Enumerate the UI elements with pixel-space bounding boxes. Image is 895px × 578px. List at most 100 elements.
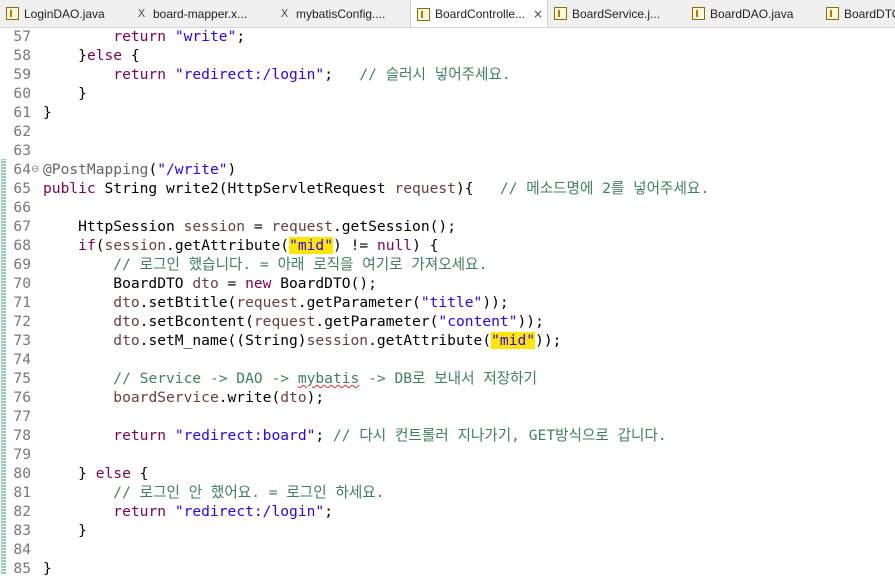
code-line[interactable]: 60 } (0, 84, 895, 103)
line-number: 61 (13, 104, 31, 121)
code-token: // 슬러시 넣어주세요. (359, 66, 511, 83)
line-number: 70 (13, 275, 31, 292)
code-line[interactable]: 82 return "redirect:/login"; (0, 502, 895, 521)
close-tab-icon[interactable]: × (533, 7, 543, 21)
code-token: // 로그인 했습니다. = 아래 로직을 여기로 가져오세요. (113, 256, 488, 273)
code-line[interactable]: 72 dto.setBcontent(request.getParameter(… (0, 312, 895, 331)
code-text: return "write"; (43, 27, 245, 46)
code-line[interactable]: 70 BoardDTO dto = new BoardDTO(); (0, 274, 895, 293)
code-line[interactable]: 80 } else { (0, 464, 895, 483)
fold-toggle-icon[interactable]: ⊖ (31, 160, 39, 179)
code-token: return (113, 28, 167, 45)
code-line[interactable]: 63 (0, 141, 895, 160)
code-line[interactable]: 57 return "write"; (0, 27, 895, 46)
code-line[interactable]: 81 // 로그인 안 했어요. = 로그인 하세요. (0, 483, 895, 502)
code-line[interactable]: 85} (0, 559, 895, 578)
code-token: ); (306, 389, 325, 406)
line-number: 69 (13, 256, 31, 273)
code-token: else (95, 465, 131, 482)
code-token: public (43, 180, 96, 197)
editor-tab[interactable]: BoardDAO.java (686, 0, 820, 27)
code-line[interactable]: 66 (0, 198, 895, 217)
code-token: { (122, 47, 140, 64)
code-editor[interactable]: 57 return "write"; 58 }else {59 return "r… (0, 27, 895, 577)
code-line[interactable]: 71 dto.setBtitle(request.getParameter("t… (0, 293, 895, 312)
line-number: 66 (13, 199, 31, 216)
line-number: 58 (13, 47, 31, 64)
code-token: ; (236, 28, 246, 45)
line-number: 73 (13, 332, 31, 349)
code-line[interactable]: 73 dto.setM_name((String)session.getAttr… (0, 331, 895, 350)
code-line[interactable]: 78 return "redirect:board"; // 다시 컨트롤러 지… (0, 426, 895, 445)
code-text: if(session.getAttribute("mid") != null) … (43, 236, 438, 255)
code-token: new (245, 275, 272, 292)
editor-tab[interactable]: BoardDTO (820, 0, 895, 27)
code-token: String write2(HttpServletRequest (95, 180, 395, 197)
code-line[interactable]: 83 } (0, 521, 895, 540)
code-text: dto.setM_name((String)session.getAttribu… (43, 331, 561, 350)
code-line[interactable]: 61} (0, 103, 895, 122)
editor-tab[interactable]: LoginDAO.java (0, 0, 129, 27)
code-token: return (113, 66, 167, 83)
code-line[interactable]: 77 (0, 407, 895, 426)
code-token: // Service -> DAO -> (113, 370, 298, 387)
code-text: } (43, 84, 87, 103)
java-file-icon (417, 7, 430, 21)
code-text: }else { (43, 46, 140, 65)
code-line[interactable]: 74 (0, 350, 895, 369)
line-number: 71 (13, 294, 31, 311)
xml-file-icon: X (137, 7, 146, 20)
code-token: "redirect:/login" (174, 503, 325, 520)
code-token: return (113, 503, 167, 520)
editor-tab-label: LoginDAO.java (24, 6, 105, 21)
code-token: return (113, 427, 167, 444)
code-line[interactable]: 64 ⊖ @PostMapping("/write") (0, 160, 895, 179)
code-line[interactable]: 67 HttpSession session = request.getSess… (0, 217, 895, 236)
code-token: null (376, 237, 413, 254)
code-text: return "redirect:board"; // 다시 컨트롤러 지나가기… (43, 426, 667, 445)
code-line[interactable]: 65 public String write2(HttpServletReques… (0, 179, 895, 198)
code-token: ) != (333, 237, 377, 254)
code-line[interactable]: 75 // Service -> DAO -> mybatis -> DB로 보… (0, 369, 895, 388)
code-line[interactable]: 79 (0, 445, 895, 464)
code-line[interactable]: 84 (0, 540, 895, 559)
editor-tab-label: BoardControlle... (435, 7, 526, 21)
code-line[interactable]: 69 // 로그인 했습니다. = 아래 로직을 여기로 가져오세요. (0, 255, 895, 274)
code-line[interactable]: 59 return "redirect:/login"; // 슬러시 넣어주세… (0, 65, 895, 84)
code-token: .getAttribute( (166, 237, 290, 254)
line-number: 65 (13, 180, 31, 197)
editor-tab[interactable]: Xboard-mapper.x... (129, 0, 272, 27)
code-line[interactable]: 76 boardService.write(dto); (0, 388, 895, 407)
code-line[interactable]: 68 if(session.getAttribute("mid") != nul… (0, 236, 895, 255)
code-text: public String write2(HttpServletRequest … (43, 179, 709, 198)
code-token: BoardDTO (43, 275, 193, 292)
editor-tab[interactable]: BoardControlle... × (410, 0, 548, 27)
code-token: "redirect:board" (174, 427, 316, 444)
editor-tab[interactable]: BoardService.j... (548, 0, 686, 27)
line-number: 68 (13, 237, 31, 254)
editor-tab[interactable]: XmybatisConfig.... (272, 0, 410, 27)
code-token: ; (324, 503, 333, 520)
line-number: 60 (13, 85, 31, 102)
code-token: @PostMapping (43, 161, 149, 178)
editor-tab-label: BoardService.j... (572, 6, 661, 21)
code-token: } (43, 85, 87, 102)
code-text: // Service -> DAO -> mybatis -> DB로 보내서 … (43, 369, 537, 388)
code-text: boardService.write(dto); (43, 388, 324, 407)
java-file-icon (826, 7, 839, 20)
code-token: )); (535, 332, 562, 349)
line-number: 63 (13, 142, 31, 159)
code-token: dto (280, 389, 307, 406)
code-line[interactable]: 58 }else { (0, 46, 895, 65)
code-token: "title" (420, 294, 483, 311)
code-token: // 다시 컨트롤러 지나가기, GET방식으로 갑니다. (332, 427, 667, 444)
code-line[interactable]: 62 (0, 122, 895, 141)
line-number: 67 (13, 218, 31, 235)
code-token: session (104, 237, 167, 254)
